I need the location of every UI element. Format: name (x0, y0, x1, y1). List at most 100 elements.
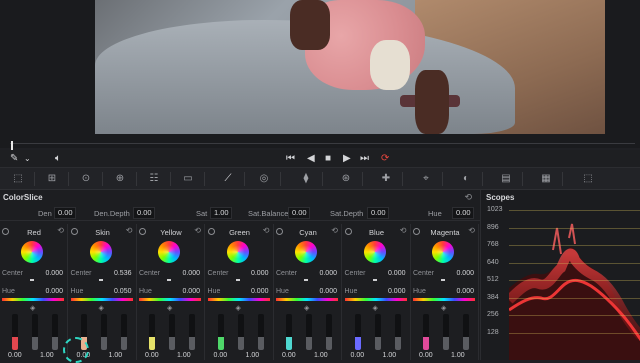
center-value[interactable]: 0.536 (114, 270, 132, 277)
vertical-slider[interactable] (52, 314, 58, 350)
value-right[interactable]: 1.00 (246, 352, 260, 359)
hue-spectrum-bar[interactable] (139, 298, 201, 301)
blur-icon[interactable]: ◐ (458, 172, 474, 185)
vertical-slider[interactable] (354, 314, 361, 350)
camera-raw-icon[interactable]: ⬚ (10, 172, 26, 185)
center-value[interactable]: 0.000 (251, 270, 269, 277)
value-right[interactable]: 1.00 (40, 352, 54, 359)
param-value-field[interactable]: 0.00 (133, 207, 155, 219)
primaries-icon[interactable]: ⊙ (78, 172, 94, 185)
center-value[interactable]: 0.000 (182, 270, 200, 277)
reset-all-icon[interactable]: ⟲ (464, 192, 472, 203)
color-wheel[interactable] (226, 241, 249, 263)
vertical-slider[interactable] (374, 314, 381, 350)
color-wheel[interactable] (295, 241, 317, 263)
hue-spectrum-bar[interactable] (70, 298, 133, 301)
eyedropper-icon[interactable]: ✎ (10, 153, 18, 165)
vertical-slider[interactable] (326, 314, 332, 350)
hue-spectrum-bar[interactable] (344, 298, 407, 301)
value-left[interactable]: 0.00 (419, 352, 433, 359)
vertical-slider[interactable] (217, 314, 224, 350)
color-wheel[interactable] (432, 241, 454, 263)
reset-icon[interactable]: ⟲ (331, 226, 338, 235)
skip-forward-icon[interactable]: ⏭︎ (360, 153, 369, 165)
hue-spectrum-bar[interactable] (207, 298, 270, 301)
reverse-play-icon[interactable]: ◀ (307, 153, 315, 165)
key-icon[interactable]: ▤ (498, 172, 514, 185)
hue-value[interactable]: 0.000 (182, 288, 200, 295)
3d-icon[interactable]: ⬚ (580, 172, 596, 185)
vertical-slider[interactable] (463, 314, 469, 350)
tracker-icon[interactable]: ✚ (378, 172, 394, 185)
color-wheel[interactable] (21, 241, 43, 263)
value-right[interactable]: 1.00 (109, 352, 123, 359)
color-wheel[interactable] (158, 241, 180, 263)
reset-icon[interactable]: ⟲ (263, 226, 270, 235)
vertical-slider[interactable] (423, 314, 429, 350)
color-wheel[interactable] (89, 241, 112, 263)
hue-value[interactable]: 0.000 (388, 288, 406, 295)
vertical-slider[interactable] (12, 314, 18, 350)
center-value[interactable]: 0.000 (456, 270, 474, 277)
skip-back-icon[interactable]: ⏮︎ (286, 153, 295, 165)
value-left[interactable]: 0.00 (8, 352, 22, 359)
curves-icon[interactable]: ⟋ (220, 172, 236, 185)
center-value[interactable]: 0.000 (45, 270, 63, 277)
reset-icon[interactable]: ⟲ (57, 226, 64, 235)
center-value[interactable]: 0.000 (319, 270, 337, 277)
hue-value[interactable]: 0.000 (319, 288, 337, 295)
value-left[interactable]: 0.00 (145, 352, 159, 359)
magic-mask-icon[interactable]: ⌖ (418, 172, 434, 185)
vertical-slider[interactable] (443, 314, 449, 350)
value-right[interactable]: 1.00 (383, 352, 397, 359)
reset-icon[interactable]: ⟲ (400, 226, 407, 235)
play-icon[interactable]: ▶ (343, 153, 351, 165)
rgb-mixer-icon[interactable]: ☷ (146, 172, 162, 185)
vertical-slider[interactable] (120, 314, 127, 350)
param-value-field[interactable]: 0.00 (288, 207, 310, 219)
video-viewer[interactable] (0, 0, 640, 138)
param-value-field[interactable]: 0.00 (54, 207, 76, 219)
hue-spectrum-bar[interactable] (413, 298, 475, 301)
vertical-slider[interactable] (32, 314, 38, 350)
vertical-slider[interactable] (100, 314, 107, 350)
playhead[interactable] (11, 141, 13, 150)
color-wheel[interactable] (363, 241, 386, 263)
vertical-slider[interactable] (149, 314, 155, 350)
video-frame[interactable] (95, 0, 605, 134)
vertical-slider[interactable] (286, 314, 292, 350)
hdr-icon[interactable]: ⊕ (112, 172, 128, 185)
reset-icon[interactable]: ⟲ (126, 226, 133, 235)
value-left[interactable]: 0.00 (282, 352, 296, 359)
value-right[interactable]: 1.00 (177, 352, 191, 359)
vertical-slider[interactable] (306, 314, 312, 350)
param-value-field[interactable]: 0.00 (367, 207, 389, 219)
reset-icon[interactable]: ⟲ (194, 226, 201, 235)
center-value[interactable]: 0.000 (388, 270, 406, 277)
match-icon[interactable]: ⊞ (44, 172, 60, 185)
speaker-icon[interactable]: 🔈︎ (55, 153, 61, 165)
value-left[interactable]: 0.00 (214, 352, 228, 359)
hue-value[interactable]: 0.000 (456, 288, 474, 295)
vertical-slider[interactable] (169, 314, 175, 350)
reset-icon[interactable]: ⟲ (468, 226, 475, 235)
qualifier-icon[interactable]: ⧫ (298, 172, 314, 185)
hue-spectrum-bar[interactable] (2, 298, 64, 301)
hue-value[interactable]: 0.000 (45, 288, 63, 295)
value-right[interactable]: 1.00 (451, 352, 465, 359)
param-value-field[interactable]: 1.00 (210, 207, 232, 219)
loop-icon[interactable]: ⟳ (381, 153, 389, 165)
timeline-scrubber[interactable] (0, 138, 640, 148)
window-icon[interactable]: ⊛ (338, 172, 354, 185)
stop-icon[interactable]: ■ (325, 153, 331, 165)
color-warper-icon[interactable]: ◎ (256, 172, 272, 185)
hue-value[interactable]: 0.050 (114, 288, 132, 295)
chevron-down-icon[interactable]: ⌄ (24, 153, 31, 165)
vertical-slider[interactable] (237, 314, 244, 350)
hue-value[interactable]: 0.000 (251, 288, 269, 295)
vertical-slider[interactable] (257, 314, 264, 350)
motion-effects-icon[interactable]: ▭ (180, 172, 196, 185)
vertical-slider[interactable] (189, 314, 195, 350)
vertical-slider[interactable] (394, 314, 401, 350)
sizing-icon[interactable]: ▦ (538, 172, 554, 185)
